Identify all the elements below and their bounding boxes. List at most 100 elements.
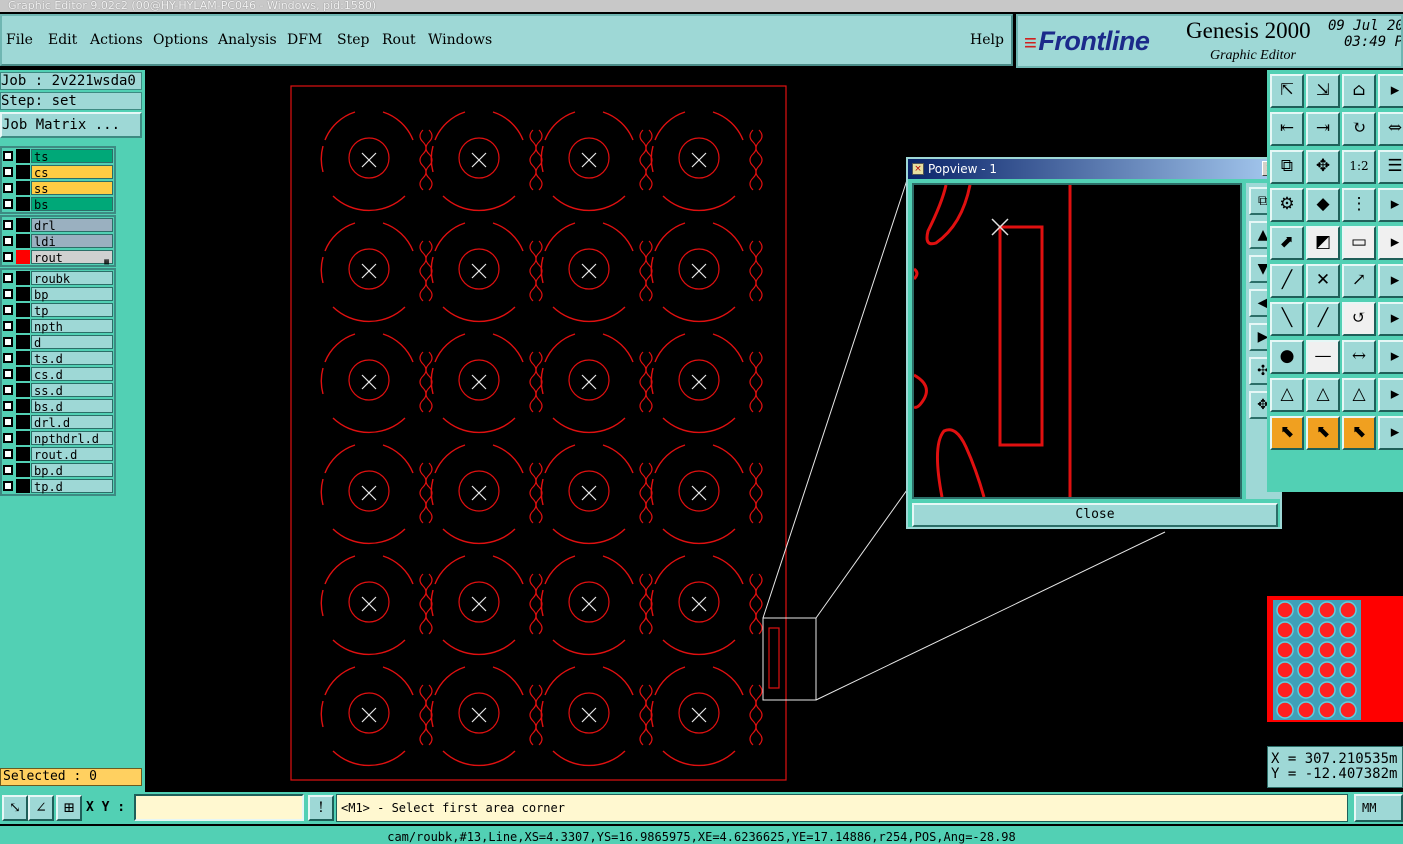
layer-color-swatch[interactable] [16,181,30,195]
window-menu-icon[interactable]: × [912,163,924,175]
layer-name[interactable]: bp.d [31,463,113,478]
line-icon[interactable]: ╱ [1270,264,1304,298]
layer-row[interactable]: cs.d [2,366,114,382]
layer-name[interactable]: ss [31,181,113,196]
minus-icon[interactable]: — [1306,340,1340,374]
more2-icon[interactable]: ▸ [1378,188,1403,222]
layer-name[interactable]: ldi [31,234,113,249]
layer-checkbox[interactable] [3,273,13,283]
cross-icon[interactable]: ✕ [1306,264,1340,298]
more4-icon[interactable]: ▸ [1378,264,1403,298]
scale-icon[interactable]: ⇔ [1378,112,1403,146]
job-matrix-button[interactable]: Job Matrix ... [0,112,142,138]
layer-checkbox[interactable] [3,252,13,262]
layer-checkbox[interactable] [3,236,13,246]
layer-row[interactable]: drl.d [2,414,114,430]
layer-row[interactable]: rout.d [2,446,114,462]
select-icon[interactable]: ⬉ [1270,416,1304,450]
layer-color-swatch[interactable] [16,463,30,477]
pan-right-icon[interactable]: ⇥ [1306,112,1340,146]
pan-left-icon[interactable]: ⇤ [1270,112,1304,146]
layer-checkbox[interactable] [3,449,13,459]
pad-icon[interactable]: ● [1270,340,1304,374]
more3-icon[interactable]: ▸ [1378,226,1403,260]
layer-name[interactable]: tp.d [31,479,113,494]
layer-checkbox[interactable] [3,481,13,491]
layer-row[interactable]: roubk [2,270,114,286]
layer-row[interactable]: npthdrl.d [2,430,114,446]
triangle3-icon[interactable]: △ [1342,378,1376,412]
center-icon[interactable]: ✥ [1306,150,1340,184]
layer-name[interactable]: npthdrl.d [31,431,113,446]
layer-name[interactable]: rout ▦ [31,250,113,266]
select3-icon[interactable]: ⬉ [1342,416,1376,450]
layer-row[interactable]: bp.d [2,462,114,478]
grid-icon[interactable]: ⊞ [56,795,82,821]
zoom-back-icon[interactable]: ⇲ [1306,74,1340,108]
layer-color-swatch[interactable] [16,271,30,285]
home-icon[interactable]: ⌂ [1342,74,1376,108]
width-icon[interactable]: ↔ [1342,340,1376,374]
layer-checkbox[interactable] [3,401,13,411]
triangle-icon[interactable]: △ [1270,378,1304,412]
more5-icon[interactable]: ▸ [1378,302,1403,336]
menu-actions[interactable]: Actions [90,32,143,48]
layer-color-swatch[interactable] [16,351,30,365]
layer-name[interactable]: rout.d [31,447,113,462]
xy-input[interactable] [134,794,304,821]
layer-name[interactable]: cs [31,165,113,180]
layer-row[interactable]: ss [2,180,114,196]
layer-name[interactable]: bp [31,287,113,302]
layer-name[interactable]: npth [31,319,113,334]
layer-color-swatch[interactable] [16,149,30,163]
menu-windows[interactable]: Windows [428,32,492,48]
layer-checkbox[interactable] [3,465,13,475]
window-icon[interactable]: ⧉ [1270,150,1304,184]
layer-name[interactable]: ts [31,149,113,164]
marker-icon[interactable]: ◆ [1306,188,1340,222]
layer-color-swatch[interactable] [16,335,30,349]
layer-row[interactable]: rout ▦ [2,249,114,266]
menu-edit[interactable]: Edit [48,32,77,48]
layer-name[interactable]: d [31,335,113,350]
layer-name[interactable]: drl.d [31,415,113,430]
layer-menu-icon[interactable]: ▦ [104,255,109,269]
layer-checkbox[interactable] [3,220,13,230]
layer-checkbox[interactable] [3,385,13,395]
diagonal-icon[interactable]: ╱ [1306,302,1340,336]
popview-close-button[interactable]: Close [912,503,1278,527]
triangle2-icon[interactable]: △ [1306,378,1340,412]
menu-analysis[interactable]: Analysis [218,32,277,48]
layer-checkbox[interactable] [3,353,13,363]
ruler-icon[interactable]: ▭ [1342,226,1376,260]
layer-color-swatch[interactable] [16,250,30,264]
layer-row[interactable]: ss.d [2,382,114,398]
layer-name[interactable]: ss.d [31,383,113,398]
layer-checkbox[interactable] [3,417,13,427]
layer-row[interactable]: drl [2,217,114,233]
layer-color-swatch[interactable] [16,303,30,317]
overview-map[interactable] [1267,592,1403,728]
layer-name[interactable]: tp [31,303,113,318]
layer-checkbox[interactable] [3,321,13,331]
layer-color-swatch[interactable] [16,415,30,429]
layer-row[interactable]: ts [2,148,114,164]
layer-row[interactable]: ts.d [2,350,114,366]
layer-icon[interactable]: ☰ [1378,150,1403,184]
layer-row[interactable]: d [2,334,114,350]
layer-color-swatch[interactable] [16,367,30,381]
menu-help[interactable]: Help [970,32,1004,48]
layer-row[interactable]: tp [2,302,114,318]
layer-checkbox[interactable] [3,183,13,193]
layer-color-swatch[interactable] [16,431,30,445]
units-button[interactable]: MM [1354,794,1403,822]
layer-color-swatch[interactable] [16,197,30,211]
snap-icon[interactable]: ⚙ [1270,188,1304,222]
layer-color-swatch[interactable] [16,399,30,413]
layer-color-swatch[interactable] [16,218,30,232]
alert-icon[interactable]: ! [308,795,334,821]
more7-icon[interactable]: ▸ [1378,378,1403,412]
layer-checkbox[interactable] [3,151,13,161]
layer-name[interactable]: drl [31,218,113,233]
layer-checkbox[interactable] [3,289,13,299]
